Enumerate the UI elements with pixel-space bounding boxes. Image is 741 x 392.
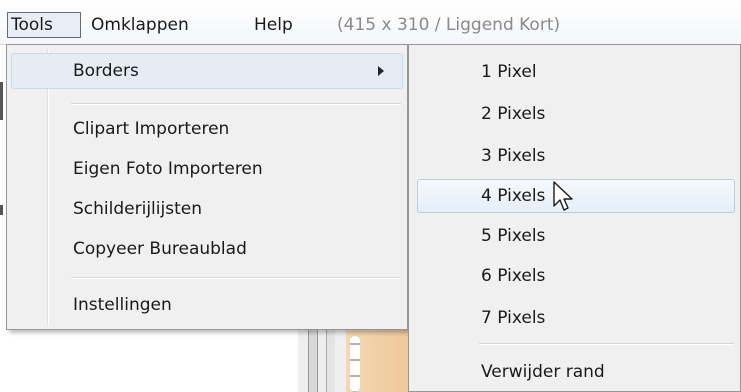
- menu-item-label: Borders: [73, 61, 139, 81]
- menu-item-borders[interactable]: Borders: [11, 53, 403, 89]
- menu-separator: [71, 103, 401, 105]
- menu-item-schilderijlijsten[interactable]: Schilderijlijsten: [11, 191, 403, 227]
- canvas-size-info: (415 x 310 / Liggend Kort): [337, 15, 561, 35]
- submenu-item-3-pixels[interactable]: 3 Pixels: [417, 139, 735, 173]
- mouse-pointer-icon: [553, 181, 573, 211]
- submenu-item-6-pixels[interactable]: 6 Pixels: [417, 259, 735, 293]
- background-panel-divider: [326, 328, 335, 392]
- submenu-item-verwijder-rand[interactable]: Verwijder rand: [417, 355, 735, 389]
- submenu-item-7-pixels[interactable]: 7 Pixels: [417, 301, 735, 335]
- menu-tools[interactable]: Tools: [7, 12, 81, 38]
- submenu-item-5-pixels[interactable]: 5 Pixels: [417, 219, 735, 253]
- tools-dropdown-menu: Borders Clipart Importeren Eigen Foto Im…: [6, 44, 408, 330]
- menu-item-eigen-foto-importeren[interactable]: Eigen Foto Importeren: [11, 151, 403, 187]
- background-window-edge: [0, 205, 3, 215]
- background-window-edge: [0, 82, 3, 120]
- background-scrollbar[interactable]: [308, 328, 318, 392]
- menu-separator: [479, 343, 734, 345]
- menu-bar: Tools Omklappen Help (415 x 310 / Liggen…: [0, 0, 741, 45]
- menu-omklappen[interactable]: Omklappen: [87, 12, 193, 38]
- background-card-border: [350, 336, 360, 392]
- menu-item-instellingen[interactable]: Instellingen: [11, 287, 403, 323]
- menu-item-clipart-importeren[interactable]: Clipart Importeren: [11, 111, 403, 147]
- menu-icon-gutter: [47, 49, 49, 325]
- submenu-item-1-pixel[interactable]: 1 Pixel: [417, 55, 735, 89]
- menu-item-copyeer-bureaublad[interactable]: Copyeer Bureaublad: [11, 231, 403, 267]
- menu-separator: [71, 277, 401, 279]
- borders-submenu: 1 Pixel 2 Pixels 3 Pixels 4 Pixels 5 Pix…: [408, 44, 741, 392]
- submenu-item-2-pixels[interactable]: 2 Pixels: [417, 97, 735, 131]
- chevron-right-icon: [378, 66, 384, 76]
- submenu-item-4-pixels[interactable]: 4 Pixels: [417, 179, 735, 213]
- menu-help[interactable]: Help: [250, 12, 297, 38]
